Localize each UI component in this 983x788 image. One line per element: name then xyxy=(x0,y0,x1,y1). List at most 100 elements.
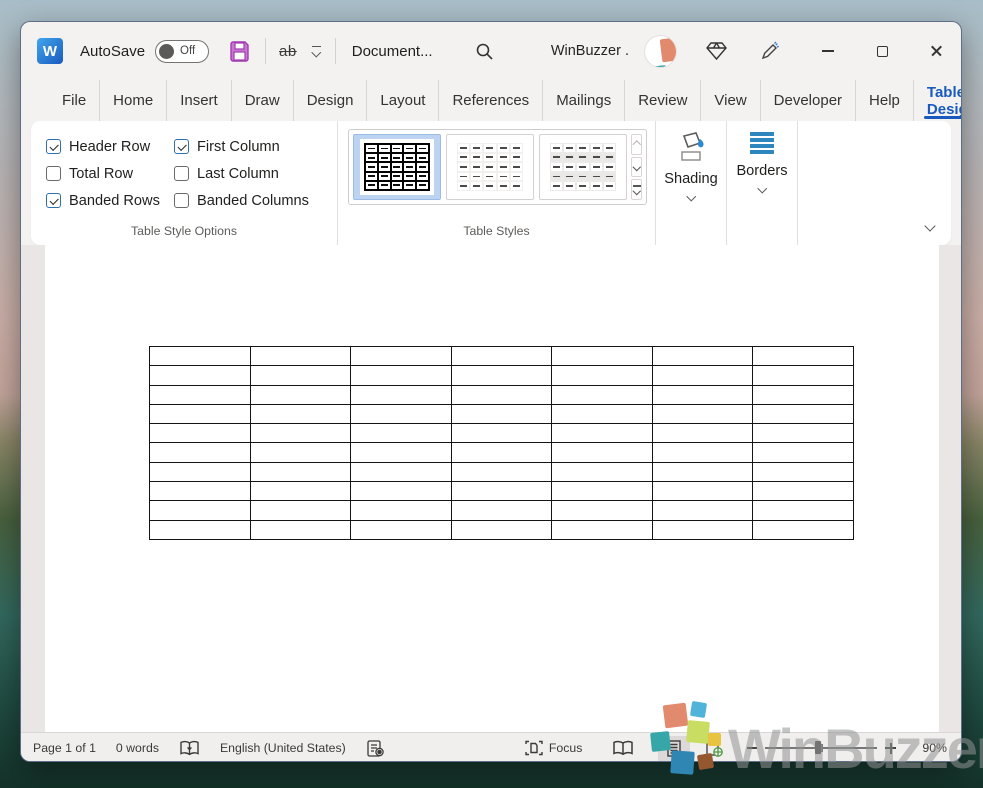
table-cell[interactable] xyxy=(652,482,753,501)
table-cell[interactable] xyxy=(250,443,351,462)
table-cell[interactable] xyxy=(552,366,653,385)
option-first-column[interactable]: First Column xyxy=(174,133,334,160)
table-cell[interactable] xyxy=(652,347,753,366)
table-cell[interactable] xyxy=(652,404,753,423)
tab-table-design[interactable]: Table Design xyxy=(914,80,962,121)
tab-file[interactable]: File xyxy=(49,80,100,121)
table-cell[interactable] xyxy=(250,520,351,539)
table-cell[interactable] xyxy=(250,404,351,423)
table-cell[interactable] xyxy=(753,462,854,481)
table-cell[interactable] xyxy=(351,520,452,539)
table-cell[interactable] xyxy=(150,482,251,501)
account-name[interactable]: WinBuzzer . xyxy=(551,43,629,59)
table-cell[interactable] xyxy=(250,385,351,404)
table-cell[interactable] xyxy=(250,482,351,501)
table-cell[interactable] xyxy=(753,404,854,423)
table-cell[interactable] xyxy=(351,347,452,366)
table-cell[interactable] xyxy=(351,501,452,520)
word-app-icon[interactable]: W xyxy=(37,38,63,64)
checkbox-unchecked-icon[interactable] xyxy=(174,166,189,181)
table-cell[interactable] xyxy=(652,424,753,443)
table-cell[interactable] xyxy=(250,424,351,443)
tab-help[interactable]: Help xyxy=(856,80,914,121)
table-cell[interactable] xyxy=(250,501,351,520)
table-cell[interactable] xyxy=(150,520,251,539)
table-cell[interactable] xyxy=(150,424,251,443)
table-cell[interactable] xyxy=(150,366,251,385)
table-cell[interactable] xyxy=(552,443,653,462)
table-cell[interactable] xyxy=(351,424,452,443)
table-cell[interactable] xyxy=(451,366,552,385)
checkbox-unchecked-icon[interactable] xyxy=(174,193,189,208)
minimize-button[interactable] xyxy=(821,44,835,58)
search-icon[interactable] xyxy=(475,42,494,61)
account-avatar[interactable] xyxy=(644,35,677,68)
table-style-thumbnail-grid[interactable] xyxy=(353,134,441,200)
table-cell[interactable] xyxy=(451,424,552,443)
gallery-scroll-down-button[interactable] xyxy=(631,157,642,178)
table-cell[interactable] xyxy=(451,443,552,462)
gallery-more-button[interactable] xyxy=(631,179,642,200)
language-indicator[interactable]: English (United States) xyxy=(220,741,346,755)
tab-layout[interactable]: Layout xyxy=(367,80,439,121)
table-cell[interactable] xyxy=(552,347,653,366)
table-cell[interactable] xyxy=(250,347,351,366)
checkbox-checked-icon[interactable] xyxy=(46,139,61,154)
table-cell[interactable] xyxy=(552,404,653,423)
borders-button[interactable]: Borders xyxy=(727,121,798,245)
table-cell[interactable] xyxy=(451,347,552,366)
tab-developer[interactable]: Developer xyxy=(761,80,856,121)
table-cell[interactable] xyxy=(250,366,351,385)
checkbox-checked-icon[interactable] xyxy=(174,139,189,154)
page-indicator[interactable]: Page 1 of 1 xyxy=(33,741,96,755)
table-cell[interactable] xyxy=(150,443,251,462)
table-cell[interactable] xyxy=(451,385,552,404)
autosave-toggle[interactable]: Off xyxy=(155,40,209,63)
strikethrough-icon[interactable]: ab xyxy=(279,43,297,60)
zoom-thumb[interactable] xyxy=(815,741,821,754)
table-cell[interactable] xyxy=(753,501,854,520)
tab-view[interactable]: View xyxy=(701,80,760,121)
table-cell[interactable] xyxy=(351,462,452,481)
table-cell[interactable] xyxy=(150,347,251,366)
close-button[interactable] xyxy=(929,44,943,58)
collapse-ribbon-button[interactable] xyxy=(926,217,934,235)
table-cell[interactable] xyxy=(652,501,753,520)
checkbox-unchecked-icon[interactable] xyxy=(46,166,61,181)
print-layout-button[interactable] xyxy=(658,736,690,761)
tab-review[interactable]: Review xyxy=(625,80,701,121)
tab-mailings[interactable]: Mailings xyxy=(543,80,625,121)
tab-references[interactable]: References xyxy=(439,80,543,121)
shading-button[interactable]: Shading xyxy=(656,121,727,245)
tab-design[interactable]: Design xyxy=(294,80,368,121)
table-cell[interactable] xyxy=(150,501,251,520)
table-cell[interactable] xyxy=(753,443,854,462)
table-cell[interactable] xyxy=(250,462,351,481)
maximize-button[interactable] xyxy=(875,44,889,58)
zoom-out-icon[interactable] xyxy=(747,747,757,749)
table-cell[interactable] xyxy=(753,520,854,539)
table-cell[interactable] xyxy=(552,482,653,501)
table-cell[interactable] xyxy=(351,366,452,385)
save-icon[interactable] xyxy=(228,40,251,63)
table-cell[interactable] xyxy=(652,443,753,462)
tab-home[interactable]: Home xyxy=(100,80,167,121)
table-cell[interactable] xyxy=(351,443,452,462)
gallery-scroll-up-button[interactable] xyxy=(631,134,642,155)
table-cell[interactable] xyxy=(351,482,452,501)
document-title[interactable]: Document... xyxy=(352,43,433,60)
table-cell[interactable] xyxy=(753,366,854,385)
option-banded-columns[interactable]: Banded Columns xyxy=(174,187,334,214)
table-cell[interactable] xyxy=(351,385,452,404)
option-banded-rows[interactable]: Banded Rows xyxy=(46,187,174,214)
table-cell[interactable] xyxy=(150,462,251,481)
table-cell[interactable] xyxy=(753,347,854,366)
zoom-track[interactable] xyxy=(765,747,877,748)
zoom-level[interactable]: 90% xyxy=(922,741,947,755)
table-cell[interactable] xyxy=(150,385,251,404)
table-cell[interactable] xyxy=(552,520,653,539)
customize-qat-dropdown-icon[interactable] xyxy=(312,46,321,56)
table-cell[interactable] xyxy=(753,424,854,443)
zoom-in-icon[interactable] xyxy=(885,743,896,754)
table-style-thumbnail-banded[interactable] xyxy=(539,134,627,200)
